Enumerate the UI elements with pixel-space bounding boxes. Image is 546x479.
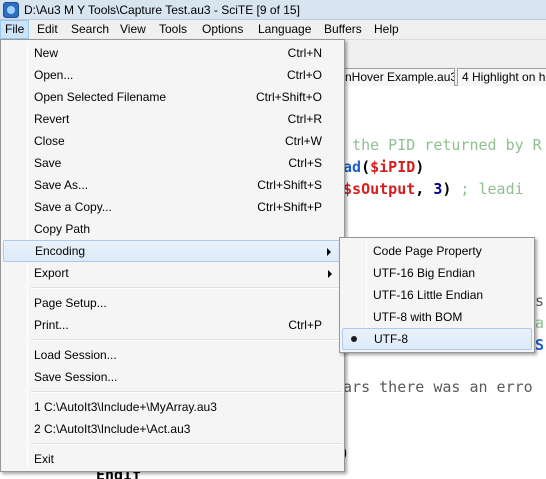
menu-search[interactable]: Search <box>67 20 113 39</box>
menu-item-page-setup[interactable]: Page Setup... <box>3 292 342 314</box>
code-line-stringtrim: ($sOutput, 3) ; leadi <box>334 180 524 198</box>
menu-item-recent-file-1[interactable]: 1 C:\AutoIt3\Include+\MyArray.au3 <box>3 396 342 418</box>
menu-item-export[interactable]: Export <box>3 262 342 284</box>
tab-hover-example[interactable]: nHover Example.au3 <box>340 68 455 86</box>
encoding-code-page-property[interactable]: Code Page Property <box>342 240 532 262</box>
code-line-stdoutread: ead($iPID) <box>334 158 424 176</box>
menu-language[interactable]: Language <box>254 20 315 39</box>
menu-view[interactable]: View <box>116 20 150 39</box>
menu-separator <box>31 391 342 393</box>
title-bar: D:\Au3 M Y Tools\Capture Test.au3 - SciT… <box>0 0 546 20</box>
encoding-submenu: Code Page Property UTF-16 Big Endian UTF… <box>339 237 535 353</box>
tab-highlight[interactable]: 4 Highlight on h <box>457 68 546 86</box>
menu-item-exit[interactable]: Exit <box>3 448 342 470</box>
menu-item-new[interactable]: New Ctrl+N <box>3 42 342 64</box>
menu-item-copy-path[interactable]: Copy Path <box>3 218 342 240</box>
code-comma: , <box>415 180 434 198</box>
scite-app-icon <box>3 2 19 18</box>
menu-separator <box>31 287 342 289</box>
menu-item-save[interactable]: Save Ctrl+S <box>3 152 342 174</box>
code-comment-line: f the PID returned by R <box>334 136 542 154</box>
menu-item-recent-file-2[interactable]: 2 C:\AutoIt3\Include+\Act.au3 <box>3 418 342 440</box>
radio-selected-icon <box>351 336 357 342</box>
menu-item-save-session[interactable]: Save Session... <box>3 366 342 388</box>
code-var-ipid: $iPID <box>370 158 416 176</box>
menu-item-save-a-copy[interactable]: Save a Copy... Ctrl+Shift+P <box>3 196 342 218</box>
code-fragment: a <box>535 314 545 332</box>
encoding-utf16-little-endian[interactable]: UTF-16 Little Endian <box>342 284 532 306</box>
menu-edit[interactable]: Edit <box>33 20 62 39</box>
menu-item-encoding[interactable]: Encoding <box>3 240 342 262</box>
code-trailing-comment: ; leadi <box>451 180 524 198</box>
menu-help[interactable]: Help <box>370 20 403 39</box>
code-fragment: S <box>535 336 545 354</box>
file-menu: New Ctrl+N Open... Ctrl+O Open Selected Fi… <box>0 39 345 472</box>
menu-item-load-session[interactable]: Load Session... <box>3 344 342 366</box>
menu-file[interactable]: File <box>0 20 30 39</box>
menu-item-open-selected-filename[interactable]: Open Selected Filename Ctrl+Shift+O <box>3 86 342 108</box>
menu-bar: File Edit Search View Tools Options Lang… <box>0 20 546 40</box>
code-paren-open: ( <box>361 158 371 176</box>
encoding-utf16-big-endian[interactable]: UTF-16 Big Endian <box>342 262 532 284</box>
toolbar <box>340 40 546 67</box>
menu-item-save-as[interactable]: Save As... Ctrl+Shift+S <box>3 174 342 196</box>
submenu-arrow-icon <box>327 248 331 256</box>
menu-buffers[interactable]: Buffers <box>320 20 366 39</box>
code-fragment: s <box>535 292 545 310</box>
menu-item-open[interactable]: Open... Ctrl+O <box>3 64 342 86</box>
code-line-error-comment: ears there was an erro <box>334 378 533 396</box>
menu-item-close[interactable]: Close Ctrl+W <box>3 130 342 152</box>
menu-separator <box>31 443 342 445</box>
code-paren-close: ) <box>415 158 425 176</box>
menu-options[interactable]: Options <box>198 20 247 39</box>
menu-item-print[interactable]: Print... Ctrl+P <box>3 314 342 336</box>
menu-separator <box>31 339 342 341</box>
window-title: D:\Au3 M Y Tools\Capture Test.au3 - SciT… <box>24 3 300 17</box>
encoding-utf8[interactable]: UTF-8 <box>342 328 532 350</box>
menu-tools[interactable]: Tools <box>155 20 191 39</box>
menu-item-revert[interactable]: Revert Ctrl+R <box>3 108 342 130</box>
encoding-utf8-with-bom[interactable]: UTF-8 with BOM <box>342 306 532 328</box>
submenu-arrow-icon <box>328 270 332 278</box>
buffer-tabs: nHover Example.au3 4 Highlight on h <box>340 67 546 86</box>
code-var-soutput: $sOutput <box>343 180 416 198</box>
